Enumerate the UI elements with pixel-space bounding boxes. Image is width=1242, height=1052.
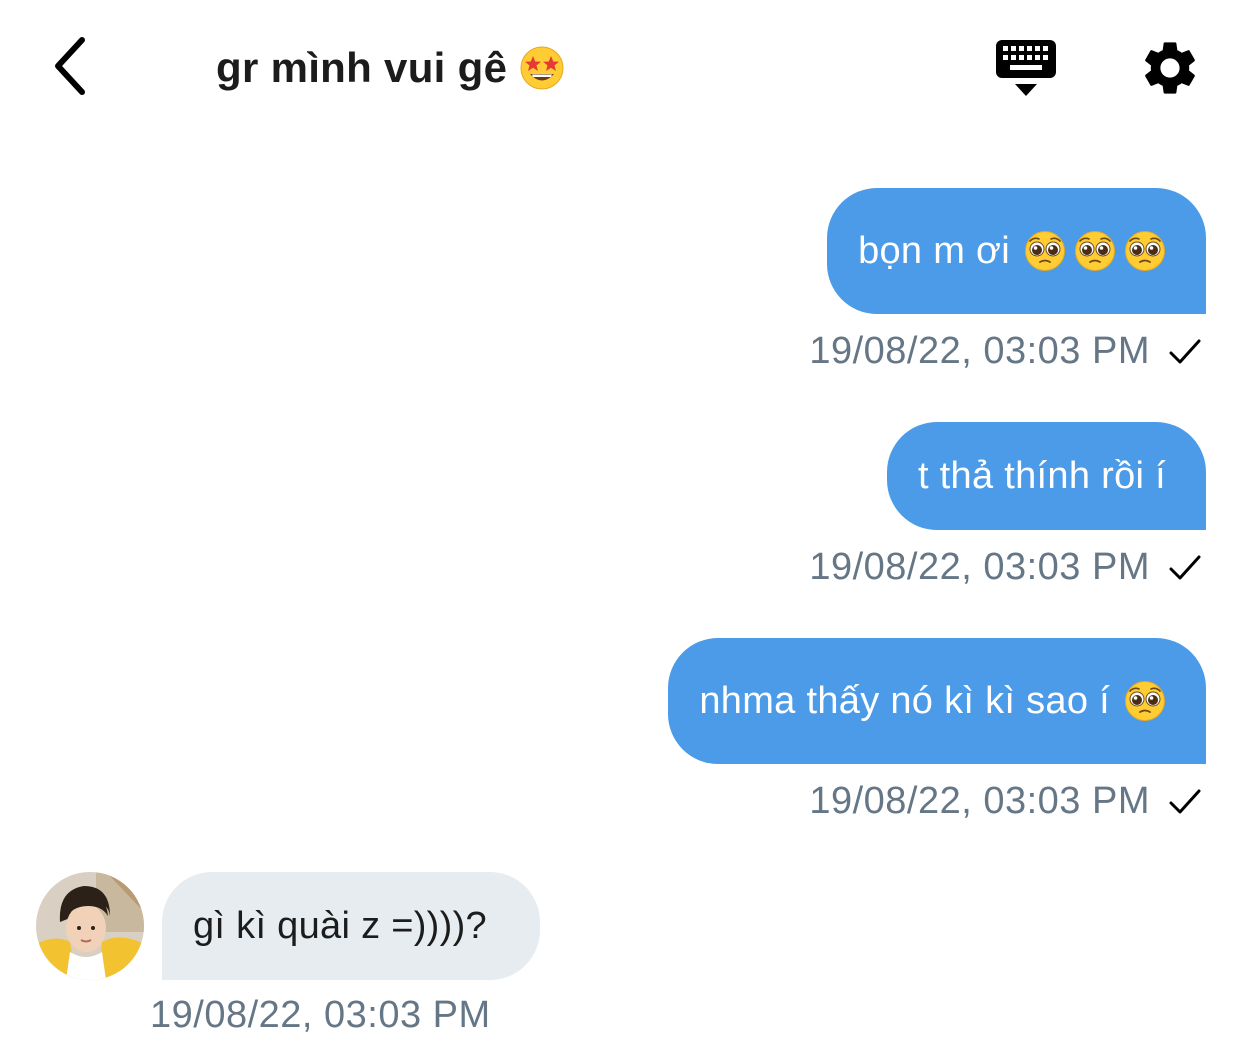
gear-icon — [1145, 42, 1195, 94]
emoji-group — [1024, 230, 1166, 272]
chat-title[interactable]: gr mình vui gê — [216, 44, 565, 92]
message-timestamp: 19/08/22, 03:03 PM — [809, 546, 1150, 588]
emoji-group — [1124, 680, 1166, 722]
checkmark-icon — [1169, 339, 1201, 364]
chat-header: gr mình vui gê — [0, 0, 1242, 140]
message-bubble-outgoing[interactable]: t thả thính rồi í — [886, 422, 1206, 530]
message-text: nhma thấy nó kì kì sao í — [699, 679, 1110, 722]
checkmark-icon — [1169, 789, 1201, 814]
message-bubble-incoming[interactable]: gì kì quài z =))))? — [162, 872, 540, 980]
pleading-face-emoji-icon — [1124, 680, 1166, 722]
message-bubble-outgoing[interactable]: nhma thấy nó kì kì sao í — [668, 638, 1206, 764]
pleading-face-emoji-icon — [1074, 230, 1116, 272]
back-button[interactable] — [40, 30, 100, 102]
avatar-photo — [36, 872, 144, 980]
pleading-face-emoji-icon — [1124, 230, 1166, 272]
star-struck-emoji-icon — [520, 46, 564, 90]
message-timestamp: 19/08/22, 03:03 PM — [150, 994, 491, 1036]
message-timestamp: 19/08/22, 03:03 PM — [809, 330, 1150, 372]
keyboard-hide-icon — [996, 40, 1056, 96]
sender-avatar[interactable] — [36, 872, 144, 980]
pleading-face-emoji-icon — [1024, 230, 1066, 272]
message-text: t thả thính rồi í — [917, 454, 1166, 497]
message-bubble-outgoing[interactable]: bọn m ơi — [827, 188, 1206, 314]
chat-title-text: gr mình vui gê — [216, 44, 508, 91]
keyboard-toggle-button[interactable] — [990, 34, 1062, 102]
message-text: gì kì quài z =))))? — [193, 904, 487, 947]
message-timestamp: 19/08/22, 03:03 PM — [809, 780, 1150, 822]
checkmark-icon — [1169, 555, 1201, 580]
settings-button[interactable] — [1138, 36, 1202, 100]
message-text: bọn m ơi — [858, 229, 1010, 272]
chevron-left-icon — [55, 37, 85, 95]
